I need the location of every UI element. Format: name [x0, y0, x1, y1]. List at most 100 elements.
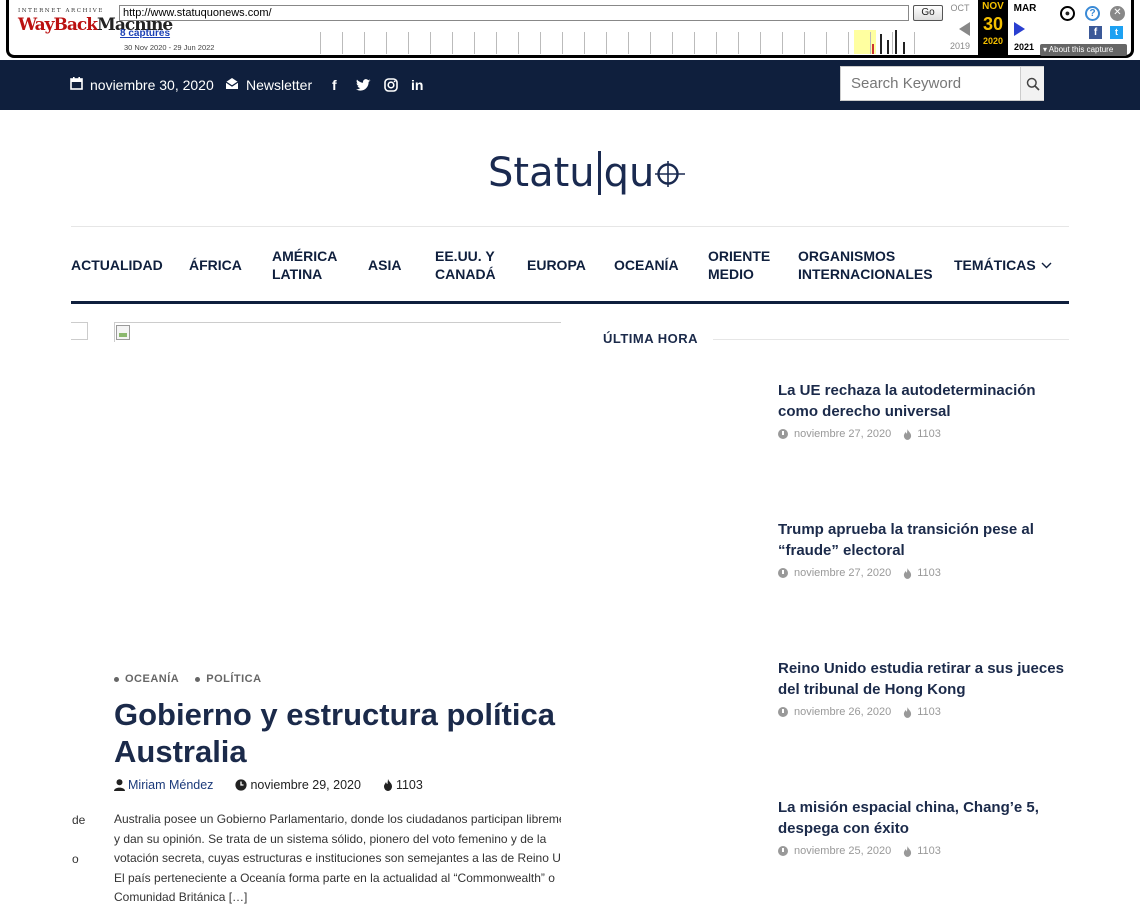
- news-item[interactable]: La UE rechaza la autodeterminación como …: [778, 380, 1078, 440]
- main-nav: ACTUALIDAD ÁFRICA AMÉRICA LATINA ASIA EE…: [71, 230, 1069, 300]
- nav-item-actualidad[interactable]: ACTUALIDAD: [71, 230, 163, 300]
- wayback-capture-range: 30 Nov 2020 - 29 Jun 2022: [124, 43, 215, 52]
- wayback-about-capture[interactable]: ▾ About this capture: [1040, 44, 1127, 56]
- facebook-icon[interactable]: f: [1089, 26, 1102, 39]
- nav-item-eeuu-canada[interactable]: EE.UU. Y CANADÁ: [435, 230, 496, 300]
- close-icon[interactable]: ✕: [1110, 6, 1125, 21]
- news-meta: noviembre 27, 2020 1103: [778, 428, 1078, 440]
- logo-text-right: qu: [603, 150, 655, 196]
- article-title[interactable]: Gobierno y estructura política de Austra…: [114, 696, 561, 770]
- nav-item-oriente-medio[interactable]: ORIENTE MEDIO: [708, 230, 770, 300]
- article-views-count: 1103: [395, 778, 423, 792]
- nav-item-oceania[interactable]: OCEANÍA: [614, 230, 679, 300]
- wayback-prev-arrow-icon[interactable]: [959, 22, 970, 36]
- wayback-prev-year[interactable]: 2019: [944, 41, 976, 51]
- ultima-hora-rule: [713, 339, 1069, 340]
- search-icon: [1026, 77, 1040, 91]
- user-icon[interactable]: ●: [1060, 6, 1075, 21]
- nav-item-asia[interactable]: ASIA: [368, 230, 401, 300]
- news-meta: noviembre 26, 2020 1103: [778, 706, 1078, 718]
- top-date: noviembre 30, 2020: [70, 60, 214, 110]
- broken-image-icon: [116, 325, 130, 340]
- excerpt-line[interactable]: Comunidad Británica […]: [114, 888, 561, 908]
- wayback-next-arrow-icon[interactable]: [1014, 22, 1025, 36]
- news-title[interactable]: Trump aprueba la transición pese al “fra…: [778, 519, 1078, 561]
- fire-icon: [904, 845, 912, 857]
- nav-item-europa[interactable]: EUROPA: [527, 230, 586, 300]
- wayback-captures-link[interactable]: 8 captures: [120, 28, 170, 39]
- fire-icon: [904, 567, 912, 579]
- twitter-icon[interactable]: [356, 60, 371, 110]
- wayback-go-button[interactable]: Go: [913, 5, 943, 21]
- news-title[interactable]: La UE rechaza la autodeterminación como …: [778, 380, 1078, 422]
- news-item[interactable]: Reino Unido estudia retirar a sus jueces…: [778, 658, 1078, 718]
- wayback-current-month: NOV: [982, 1, 1004, 12]
- facebook-icon[interactable]: f: [332, 60, 337, 110]
- news-date: noviembre 27, 2020: [778, 567, 891, 579]
- twitter-icon[interactable]: t: [1110, 26, 1123, 39]
- wayback-prev-month[interactable]: OCT: [944, 3, 976, 13]
- fire-icon: [383, 779, 392, 791]
- news-title[interactable]: Reino Unido estudia retirar a sus jueces…: [778, 658, 1078, 700]
- news-meta: noviembre 25, 2020 1103: [778, 845, 1078, 857]
- fire-icon: [904, 428, 912, 440]
- category-politica[interactable]: POLÍTICA: [195, 673, 261, 685]
- logo-divider: [597, 151, 601, 195]
- excerpt-line: Australia posee un Gobierno Parlamentari…: [114, 812, 561, 826]
- wayback-next-year[interactable]: 2021: [1008, 42, 1040, 52]
- wayback-current-year: 2020: [982, 36, 1004, 46]
- site-logo[interactable]: Statu qu: [488, 148, 686, 198]
- article-title-line-2: Australia: [114, 734, 247, 769]
- top-date-text: noviembre 30, 2020: [90, 77, 214, 93]
- search-button[interactable]: [1020, 67, 1044, 100]
- wayback-current-day: 30: [982, 14, 1004, 34]
- news-views: 1103: [903, 428, 941, 440]
- clock-icon: [778, 846, 788, 856]
- news-views: 1103: [903, 567, 941, 579]
- featured-image[interactable]: [114, 322, 561, 342]
- fire-icon: [904, 706, 912, 718]
- ultima-hora-heading: ÚLTIMA HORA: [603, 331, 699, 346]
- featured-article: OCEANÍA POLÍTICA Gobierno y estructura p…: [114, 670, 561, 912]
- news-date: noviembre 27, 2020: [778, 428, 891, 440]
- wayback-sparkline[interactable]: [320, 30, 940, 54]
- newsletter-link[interactable]: Newsletter: [225, 60, 312, 110]
- news-views: 1103: [903, 706, 941, 718]
- news-date: noviembre 26, 2020: [778, 706, 891, 718]
- article-views: 1103: [383, 778, 423, 792]
- newsletter-label: Newsletter: [246, 77, 313, 93]
- nav-item-africa[interactable]: ÁFRICA: [189, 230, 242, 300]
- article-author[interactable]: Miriam Méndez: [114, 778, 213, 792]
- article-date-text: noviembre 29, 2020: [250, 778, 361, 792]
- slider-prev-edge[interactable]: [71, 322, 88, 340]
- article-excerpt: Australia posee un Gobierno Parlamentari…: [114, 810, 561, 908]
- news-item[interactable]: Trump aprueba la transición pese al “fra…: [778, 519, 1078, 579]
- news-item[interactable]: La misión espacial china, Chang’e 5, des…: [778, 797, 1078, 857]
- wayback-logo[interactable]: INTERNET ARCHIVE WayBackMachine: [18, 8, 173, 36]
- wayback-url-input[interactable]: [119, 5, 909, 21]
- wayback-toolbar: INTERNET ARCHIVE WayBackMachine Go 8 cap…: [0, 0, 1140, 60]
- nav-item-tematicas[interactable]: TEMÁTICAS: [954, 230, 1052, 300]
- prev-slide-fragment-2: o: [72, 852, 79, 866]
- linkedin-icon[interactable]: in: [411, 60, 423, 110]
- instagram-icon[interactable]: [384, 60, 398, 110]
- search-input[interactable]: [841, 67, 1019, 100]
- nav-item-america-latina[interactable]: AMÉRICA LATINA: [272, 230, 337, 300]
- clock-icon: [778, 568, 788, 578]
- category-oceania[interactable]: OCEANÍA: [114, 673, 179, 685]
- user-icon: [114, 779, 125, 791]
- chevron-down-icon: [1041, 262, 1052, 268]
- clock-icon: [778, 707, 788, 717]
- clock-icon: [778, 429, 788, 439]
- wayback-next-month[interactable]: MAR: [1009, 3, 1041, 14]
- help-icon[interactable]: ?: [1085, 6, 1100, 21]
- wayback-logo-main: WayBackMachine: [18, 15, 173, 35]
- header-separator: [71, 226, 1069, 227]
- excerpt-line: y dan su opinión. Se trata de un sistema…: [114, 831, 547, 846]
- nav-item-organismos-internacionales[interactable]: ORGANISMOS INTERNACIONALES: [798, 230, 933, 300]
- excerpt-line: votación secreta, cuyas estructuras e in…: [114, 851, 561, 865]
- news-title[interactable]: La misión espacial china, Chang’e 5, des…: [778, 797, 1078, 839]
- search-box: [840, 66, 1044, 101]
- article-date: noviembre 29, 2020: [235, 778, 361, 792]
- calendar-icon: [70, 77, 83, 93]
